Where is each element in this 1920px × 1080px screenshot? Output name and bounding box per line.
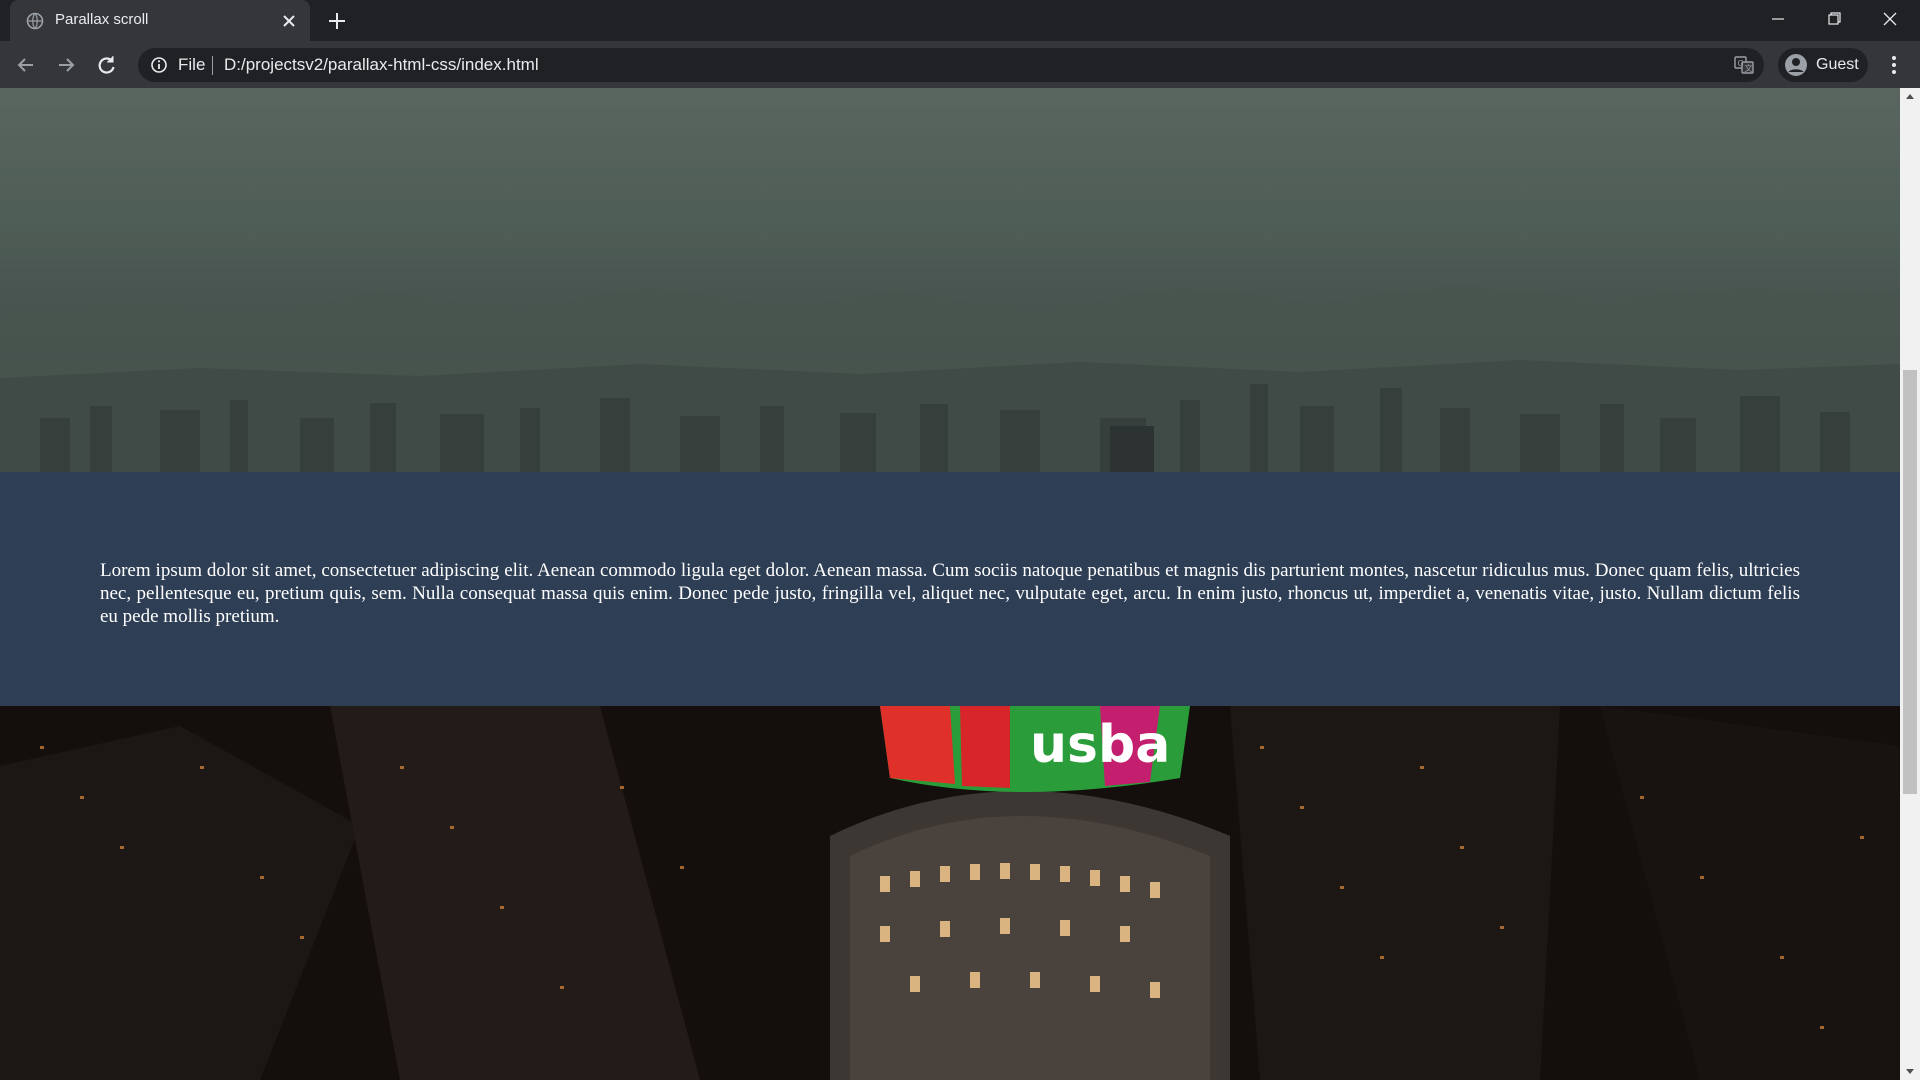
profile-label: Guest (1816, 56, 1859, 73)
browser-toolbar: File D:/projectsv2/parallax-html-css/ind… (0, 41, 1920, 88)
page-viewport: Lorem ipsum dolor sit amet, consectetuer… (0, 88, 1900, 1080)
globe-icon (26, 12, 44, 30)
omnibox-divider (212, 56, 213, 75)
translate-icon[interactable]: G 文 (1734, 55, 1754, 75)
content-section: Lorem ipsum dolor sit amet, consectetuer… (0, 472, 1900, 706)
close-icon[interactable] (280, 12, 298, 30)
restore-icon[interactable] (1814, 0, 1854, 40)
forward-arrow-icon[interactable] (52, 51, 80, 79)
url-text[interactable]: D:/projectsv2/parallax-html-css/index.ht… (224, 55, 539, 75)
night-city-illustration: usba (0, 706, 1900, 1080)
kebab-menu-icon[interactable] (1880, 51, 1908, 79)
address-bar[interactable]: File D:/projectsv2/parallax-html-css/ind… (138, 48, 1764, 82)
billboard-text: usba (1030, 715, 1170, 775)
back-arrow-icon[interactable] (12, 51, 40, 79)
tab-strip: Parallax scroll (0, 0, 1920, 41)
lorem-paragraph: Lorem ipsum dolor sit amet, consectetuer… (100, 560, 1800, 627)
avatar-icon (1785, 54, 1807, 76)
hero-image-foggy-city (0, 88, 1900, 472)
foggy-city-illustration (0, 286, 1900, 472)
hero-image-night-city: usba (0, 706, 1900, 1080)
svg-text:G: G (1738, 59, 1744, 68)
scrollbar-thumb[interactable] (1903, 370, 1917, 794)
svg-text:文: 文 (1745, 63, 1753, 73)
browser-tab[interactable]: Parallax scroll (10, 0, 310, 41)
tab-title: Parallax scroll (55, 11, 149, 28)
window-close-icon[interactable] (1870, 0, 1910, 40)
plus-icon[interactable] (326, 10, 348, 32)
scroll-down-arrow-icon[interactable] (1900, 1063, 1920, 1080)
minimize-icon[interactable] (1758, 0, 1798, 40)
url-scheme-label: File (178, 55, 206, 74)
vertical-scrollbar[interactable] (1900, 88, 1920, 1080)
scroll-up-arrow-icon[interactable] (1900, 88, 1920, 105)
reload-icon[interactable] (92, 51, 120, 79)
profile-button[interactable]: Guest (1778, 48, 1868, 82)
info-icon[interactable] (150, 56, 168, 74)
